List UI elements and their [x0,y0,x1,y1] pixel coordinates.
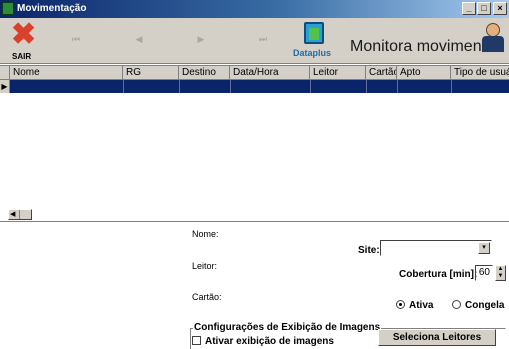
header-corner [0,66,10,80]
grid-header: Nome RG Destino Data/Hora Leitor Cartão … [0,66,509,80]
radio-unselected-icon [452,300,461,309]
group-title: Configurações de Exibição de Imagens [193,322,382,333]
checkbox-label: Ativar exibição de imagens [205,336,334,347]
dataplus-logo-icon [304,22,324,44]
radio-congela-label: Congela [465,300,505,311]
toolbar: ✖ SAIR ⏮ ◀ ▶ ⏭ Dataplus Monitora movimen… [0,18,509,64]
last-record-button[interactable]: ⏭ [253,34,273,48]
column-header-data-hora[interactable]: Data/Hora [230,66,310,80]
close-button[interactable]: × [493,2,507,15]
radio-ativa-label: Ativa [409,300,434,311]
column-header-leitor[interactable]: Leitor [310,66,366,80]
row-divider [123,80,124,93]
window-title: Movimentação [17,3,87,14]
spin-down-icon[interactable]: ▼ [496,273,505,280]
column-header-destino[interactable]: Destino [179,66,230,80]
dataplus-logo: Dataplus [291,20,337,62]
site-label: Site: [358,245,380,256]
nome-label: Nome: [192,229,219,239]
cobertura-stepper[interactable]: ▲ ▼ [495,265,506,281]
radio-congela[interactable]: Congela [452,300,504,311]
cobertura-label: Cobertura [min]: [399,269,478,280]
horizontal-scrollbar[interactable]: ◀ [8,209,32,220]
minimize-button[interactable]: _ [462,2,476,15]
row-divider [179,80,180,93]
table-row[interactable] [0,80,509,93]
prev-record-button[interactable]: ◀ [129,34,149,48]
column-header-tipo-usuario[interactable]: Tipo de usuário [451,66,509,80]
ativar-imagens-checkbox[interactable]: Ativar exibição de imagens [192,336,334,347]
close-x-icon: ✖ [11,18,37,51]
chevron-down-icon[interactable]: ▾ [478,242,490,254]
seleciona-leitores-button[interactable]: Seleciona Leitores [378,329,496,346]
column-header-rg[interactable]: RG [123,66,179,80]
detail-panel: Nome: Leitor: Cartão: Site: ▾ Cobertura … [0,221,509,349]
column-header-apto[interactable]: Apto [397,66,451,80]
column-header-cartao[interactable]: Cartão [366,66,397,80]
spin-up-icon[interactable]: ▲ [496,266,505,273]
app-icon [2,2,14,15]
column-header-nome[interactable]: Nome [10,66,123,80]
row-divider [230,80,231,93]
next-record-button[interactable]: ▶ [191,34,211,48]
exit-label: SAIR [12,52,32,61]
exit-button[interactable]: ✖ SAIR [8,20,38,62]
user-icon [480,23,506,53]
logo-text: Dataplus [293,48,332,58]
row-divider [310,80,311,93]
row-divider [451,80,452,93]
checkbox-icon [192,336,201,345]
movement-grid[interactable]: Nome RG Destino Data/Hora Leitor Cartão … [0,65,509,220]
leitor-label: Leitor: [192,261,218,271]
first-record-button[interactable]: ⏮ [66,34,86,48]
site-select[interactable]: ▾ [380,240,492,256]
row-divider [397,80,398,93]
cobertura-input[interactable]: 60 [475,265,493,281]
maximize-button[interactable]: □ [477,2,491,15]
page-title: Monitora movimento [350,38,495,55]
radio-selected-icon [396,300,405,309]
title-bar: Movimentação _ □ × [0,0,509,18]
row-divider [366,80,367,93]
scroll-left-icon[interactable]: ◀ [10,210,15,219]
cartao-label: Cartão: [192,292,222,302]
scrollbar-thumb[interactable] [19,210,20,219]
radio-ativa[interactable]: Ativa [396,300,433,311]
row-indicator-icon: ▶ [0,80,10,93]
